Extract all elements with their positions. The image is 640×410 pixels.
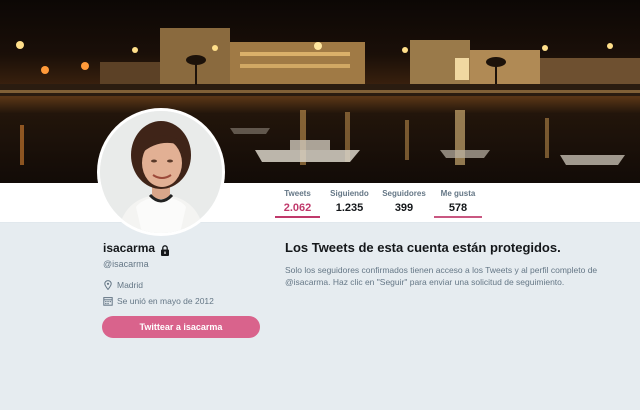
protected-tweets-heading: Los Tweets de esta cuenta están protegid…: [285, 240, 561, 255]
nav-likes-count: 578: [448, 202, 468, 214]
nav-following-count: 1.235: [335, 202, 364, 214]
likes-tab-underline: [434, 216, 482, 218]
boat: [255, 150, 360, 162]
boat: [440, 150, 490, 158]
nav-tweets-label: Tweets: [284, 189, 311, 198]
joined-text: Se unió en mayo de 2012: [117, 296, 214, 306]
palm-tree: [486, 57, 506, 67]
street-lamp: [81, 62, 89, 70]
boat: [560, 155, 625, 165]
header-photo-scene: [0, 28, 640, 165]
profile-handle[interactable]: @isacarma: [103, 259, 149, 269]
protected-tweets-description: Solo los seguidores confirmados tienen a…: [285, 265, 598, 287]
calendar-icon: [103, 296, 113, 306]
street-lamp: [41, 66, 49, 74]
location-text: Madrid: [117, 280, 143, 290]
nav-following-label: Siguiendo: [330, 189, 369, 198]
location-pin-icon: [103, 280, 113, 291]
nav-likes-label: Me gusta: [440, 189, 476, 198]
building: [230, 42, 365, 84]
avatar-photo: [100, 111, 222, 233]
street-lamp: [607, 43, 613, 49]
boat: [290, 140, 330, 150]
reflection: [20, 125, 24, 165]
building: [540, 58, 640, 84]
boat: [230, 128, 270, 134]
active-tab-underline: [275, 216, 320, 218]
street-lamp: [16, 41, 24, 49]
palm-tree: [186, 55, 206, 65]
street-lamp: [314, 42, 322, 50]
street-lamp: [402, 47, 408, 53]
nav-tweets-count: 2.062: [283, 202, 312, 214]
nav-following[interactable]: Siguiendo 1.235: [327, 189, 372, 214]
street-lamp: [132, 47, 138, 53]
nav-tweets[interactable]: Tweets 2.062: [275, 189, 320, 214]
street-lamp: [212, 45, 218, 51]
reflection: [545, 118, 549, 158]
avatar-portrait: [100, 111, 222, 233]
promenade-lights: [0, 90, 640, 93]
profile-nav-bar: Tweets 2.062 Siguiendo 1.235 Seguidores …: [0, 183, 640, 223]
reflection: [405, 120, 409, 160]
profile-display-name[interactable]: isacarma: [103, 241, 155, 255]
profile-joined-date: Se unió en mayo de 2012: [103, 296, 214, 306]
nav-followers[interactable]: Seguidores 399: [380, 189, 428, 214]
nav-followers-label: Seguidores: [382, 189, 426, 198]
building: [470, 50, 540, 84]
profile-location: Madrid: [103, 280, 143, 291]
profile-avatar[interactable]: [97, 108, 225, 236]
profile-header-photo[interactable]: [0, 0, 640, 183]
building: [100, 62, 160, 84]
windows: [455, 58, 469, 80]
lock-icon: [160, 243, 170, 256]
profile-name-row: isacarma: [103, 241, 170, 256]
windows: [240, 52, 350, 56]
street-lamp: [542, 45, 548, 51]
windows: [240, 64, 350, 68]
nav-likes[interactable]: Me gusta 578: [434, 189, 482, 214]
tweet-to-button[interactable]: Twittear a isacarma: [102, 316, 260, 338]
nav-followers-count: 399: [394, 202, 414, 214]
